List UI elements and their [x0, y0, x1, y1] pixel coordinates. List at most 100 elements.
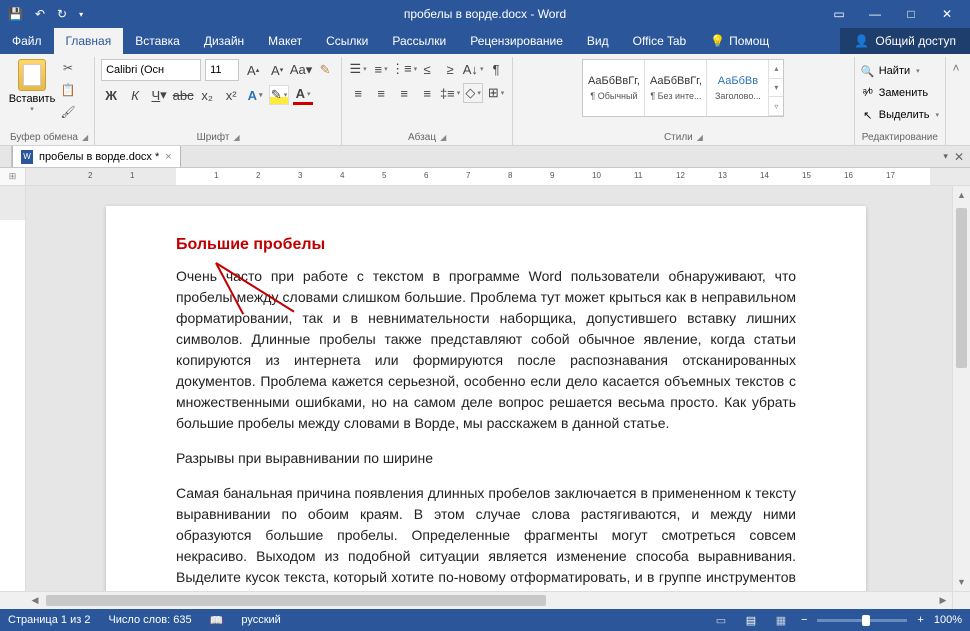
group-styles: АаБбВвГг, ¶ Обычный АаБбВвГг, ¶ Без инте… — [513, 57, 855, 145]
increase-indent-button[interactable]: ≥ — [440, 59, 460, 79]
line-spacing-button[interactable]: ‡≡ — [440, 83, 460, 103]
ribbon-display-icon[interactable]: ▭ — [830, 7, 848, 21]
styles-gallery[interactable]: АаБбВвГг, ¶ Обычный АаБбВвГг, ¶ Без инте… — [582, 59, 784, 117]
page-status[interactable]: Страница 1 из 2 — [8, 614, 90, 626]
shading-button[interactable]: ◇ — [463, 83, 483, 103]
font-size-input[interactable] — [205, 59, 239, 81]
zoom-level[interactable]: 100% — [934, 614, 962, 626]
group-editing: 🔍Найти▾ ᵃ⁄ᵇЗаменить ↖Выделить▾ Редактиро… — [855, 57, 946, 145]
paste-button[interactable]: Вставить ▾ — [10, 59, 54, 113]
tab-references[interactable]: Ссылки — [314, 28, 380, 54]
minimize-icon[interactable]: — — [866, 7, 884, 21]
style-no-spacing[interactable]: АаБбВвГг, ¶ Без инте... — [645, 60, 707, 116]
style-preview: АаБбВв — [718, 75, 758, 87]
scroll-up-icon[interactable]: ▲ — [953, 186, 970, 204]
change-case-icon[interactable]: Aa▾ — [291, 60, 311, 80]
redo-icon[interactable]: ↻ — [57, 7, 67, 21]
tab-close-icon[interactable]: × — [165, 151, 171, 163]
qat-more-icon[interactable]: ▾ — [79, 10, 83, 19]
superscript-button[interactable]: x² — [221, 85, 241, 105]
tab-mailings[interactable]: Рассылки — [380, 28, 458, 54]
zoom-in-icon[interactable]: + — [917, 614, 923, 626]
numbering-button[interactable]: ≡ — [371, 59, 391, 79]
vertical-ruler[interactable] — [0, 186, 26, 591]
document-area[interactable]: Большие пробелы Очень часто при работе с… — [26, 186, 952, 591]
language-status[interactable]: русский — [241, 614, 280, 626]
read-mode-icon[interactable]: ▭ — [711, 612, 731, 628]
tab-officetab[interactable]: Office Tab — [621, 28, 699, 54]
tab-layout[interactable]: Макет — [256, 28, 314, 54]
highlight-button[interactable]: ✎ — [269, 85, 289, 105]
replace-button[interactable]: ᵃ⁄ᵇЗаменить — [861, 83, 928, 103]
styles-dialog-launcher[interactable]: ◢ — [697, 133, 703, 142]
italic-button[interactable]: К — [125, 85, 145, 105]
copy-icon[interactable]: 📋 — [58, 81, 78, 99]
annotation-heading: Большие пробелы — [176, 236, 796, 254]
tell-me[interactable]: 💡Помощ — [698, 28, 781, 54]
find-button[interactable]: 🔍Найти▾ — [861, 61, 920, 81]
strikethrough-button[interactable]: abc — [173, 85, 193, 105]
borders-button[interactable]: ⊞ — [486, 83, 506, 103]
spellcheck-icon[interactable]: 📖 — [210, 614, 224, 627]
collapse-ribbon-icon[interactable]: ˄ — [946, 57, 966, 145]
paragraph-dialog-launcher[interactable]: ◢ — [440, 133, 446, 142]
font-color-button[interactable]: A — [293, 85, 313, 105]
sort-button[interactable]: A↓ — [463, 59, 483, 79]
align-left-button[interactable]: ≡ — [348, 83, 368, 103]
bold-button[interactable]: Ж — [101, 85, 121, 105]
styles-more[interactable]: ▴▾▿ — [769, 60, 783, 116]
show-marks-button[interactable]: ¶ — [486, 59, 506, 79]
tab-design[interactable]: Дизайн — [192, 28, 256, 54]
multilevel-button[interactable]: ⋮≡ — [394, 59, 414, 79]
tab-insert[interactable]: Вставка — [123, 28, 192, 54]
tabbar-dropdown-icon[interactable]: ▾ — [943, 151, 948, 162]
web-layout-icon[interactable]: ▦ — [771, 612, 791, 628]
clear-formatting-icon[interactable]: ✎ — [315, 60, 335, 80]
style-normal[interactable]: АаБбВвГг, ¶ Обычный — [583, 60, 645, 116]
align-center-button[interactable]: ≡ — [371, 83, 391, 103]
shrink-font-icon[interactable]: A▾ — [267, 60, 287, 80]
format-painter-icon[interactable]: 🖌 — [58, 103, 78, 121]
style-heading1[interactable]: АаБбВв Заголово... — [707, 60, 769, 116]
decrease-indent-button[interactable]: ≤ — [417, 59, 437, 79]
subscript-button[interactable]: x₂ — [197, 85, 217, 105]
clipboard-dialog-launcher[interactable]: ◢ — [82, 133, 88, 142]
horizontal-ruler[interactable]: 123456789101112131415161712 — [26, 168, 970, 185]
font-dialog-launcher[interactable]: ◢ — [233, 133, 239, 142]
word-count[interactable]: Число слов: 635 — [108, 614, 191, 626]
quick-access-toolbar: 💾 ↶ ↻ ▾ — [0, 7, 83, 21]
tabbar-close-icon[interactable]: ✕ — [954, 150, 964, 164]
font-name-input[interactable] — [101, 59, 201, 81]
zoom-slider[interactable] — [817, 619, 907, 622]
vertical-scrollbar[interactable]: ▲ ▼ — [952, 186, 970, 591]
justify-button[interactable]: ≡ — [417, 83, 437, 103]
workspace: Большие пробелы Очень часто при работе с… — [0, 186, 970, 591]
text-effects-button[interactable]: A — [245, 85, 265, 105]
zoom-out-icon[interactable]: − — [801, 614, 807, 626]
horizontal-scrollbar[interactable]: ◀ ▶ — [26, 591, 952, 609]
undo-icon[interactable]: ↶ — [35, 7, 45, 21]
grow-font-icon[interactable]: A▴ — [243, 60, 263, 80]
scroll-down-icon[interactable]: ▼ — [953, 573, 970, 591]
tab-file[interactable]: Файл — [0, 28, 54, 54]
scroll-left-icon[interactable]: ◀ — [26, 595, 44, 606]
scroll-right-icon[interactable]: ▶ — [934, 595, 952, 606]
align-right-button[interactable]: ≡ — [394, 83, 414, 103]
ruler-corner[interactable]: ⊞ — [0, 168, 26, 185]
print-layout-icon[interactable]: ▤ — [741, 612, 761, 628]
scroll-thumb[interactable] — [956, 208, 967, 368]
underline-button[interactable]: Ч▾ — [149, 85, 169, 105]
tab-view[interactable]: Вид — [575, 28, 621, 54]
tab-review[interactable]: Рецензирование — [458, 28, 575, 54]
tab-home[interactable]: Главная — [54, 28, 124, 54]
bullets-button[interactable]: ☰ — [348, 59, 368, 79]
save-icon[interactable]: 💾 — [8, 7, 23, 21]
select-button[interactable]: ↖Выделить▾ — [861, 105, 939, 125]
cut-icon[interactable]: ✂ — [58, 59, 78, 77]
clipboard-group-label: Буфер обмена — [10, 132, 78, 143]
document-tab[interactable]: W пробелы в ворде.docx * × — [12, 146, 181, 167]
maximize-icon[interactable]: □ — [902, 7, 920, 21]
scroll-thumb[interactable] — [46, 595, 546, 606]
close-icon[interactable]: ✕ — [938, 7, 956, 21]
share-button[interactable]: 👤Общий доступ — [840, 28, 970, 54]
